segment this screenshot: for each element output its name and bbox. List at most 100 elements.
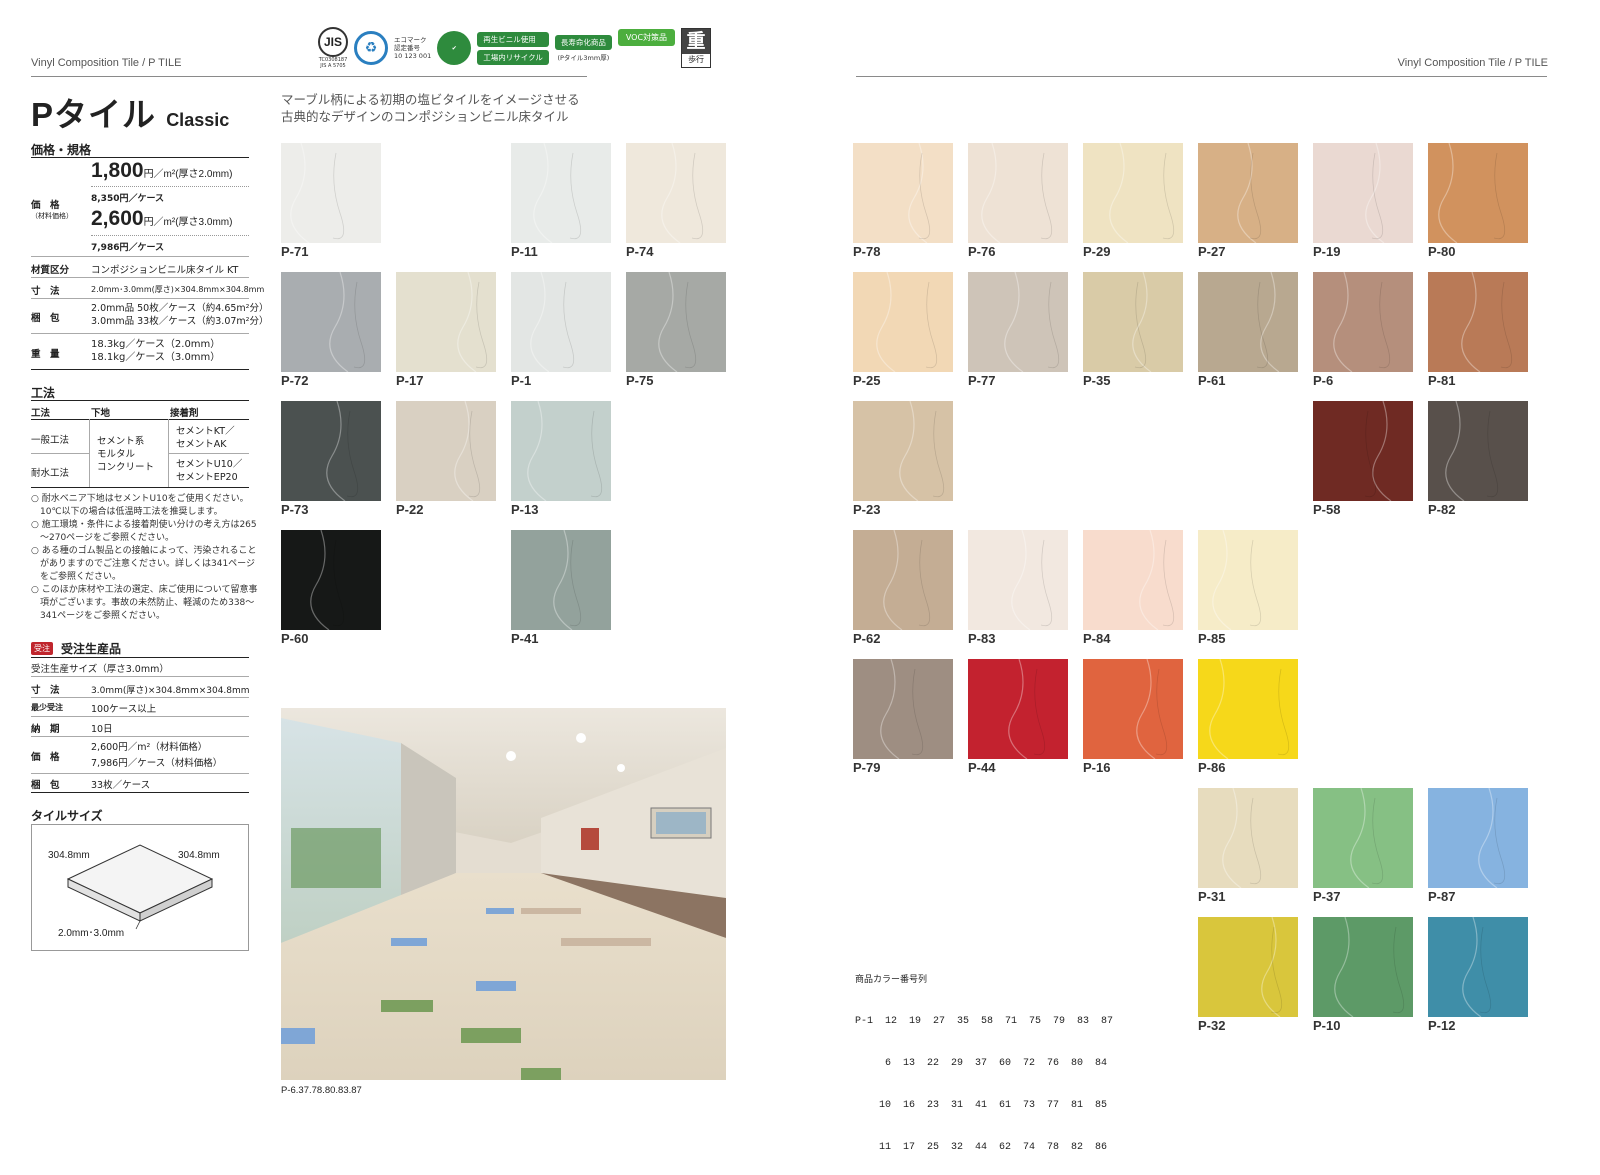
tile-code-label: P-22 [396, 502, 424, 517]
tile-code-label: P-41 [511, 631, 539, 646]
divider [31, 453, 89, 454]
divider [31, 277, 249, 278]
tile-swatch [1198, 529, 1298, 631]
divider [89, 419, 90, 487]
order-pack-value: 33枚／ケース [91, 780, 151, 791]
tile-code-label: P-25 [853, 373, 881, 388]
tile-code-label: P-81 [1428, 373, 1456, 388]
divider [91, 235, 249, 236]
heavy-walking-small: 歩行 [688, 55, 705, 64]
tile-swatch [626, 271, 726, 373]
marble-texture [1132, 271, 1152, 373]
tile-code-label: P-80 [1428, 244, 1456, 259]
order-heading-text: 受注生産品 [61, 642, 122, 656]
price-2mm: 1,800円／m²(厚さ2.0mm) [91, 159, 232, 183]
badge-long-life: 長寿命化商品 [554, 34, 612, 50]
tile-code-label: P-82 [1428, 502, 1456, 517]
divider [168, 453, 249, 454]
order-price-label: 価 格 [31, 752, 60, 763]
tile-swatch [1313, 787, 1413, 889]
order-min-value: 100ケース以上 [91, 704, 157, 715]
marble-texture [1008, 658, 1046, 760]
marble-texture [1334, 916, 1405, 1018]
tile-swatch [396, 271, 496, 373]
spec-weight-value: 18.3kg／ケース（2.0mm） 18.1kg／ケース（3.0mm） [91, 338, 220, 364]
order-pack-label: 梱 包 [31, 780, 60, 791]
marble-texture [908, 142, 931, 244]
marble-texture [1222, 787, 1262, 889]
tile-dim-thickness: 2.0mm･3.0mm [58, 928, 125, 939]
marble-texture [1136, 658, 1168, 760]
marble-texture [533, 142, 582, 244]
divider [31, 487, 249, 488]
tile-code-label: P-29 [1083, 244, 1111, 259]
marble-texture [899, 400, 945, 502]
marble-texture [1139, 529, 1175, 631]
color-index-row: 10 16 23 31 41 61 73 77 81 85 [855, 1100, 1108, 1111]
tile-code-label: P-17 [396, 373, 424, 388]
divider [31, 792, 249, 793]
tile-swatch [281, 529, 381, 631]
method-notes: ○ 耐水ベニア下地はセメントU10をご使用ください。 10℃以下の場合は低温時工… [31, 493, 257, 623]
ecomark-text: エコマーク 認定番号 10 123 001 [394, 36, 431, 60]
lead-line-2: 古典的なデザインのコンポジションビニル床タイル [281, 109, 569, 124]
title-sub: Classic [166, 110, 230, 130]
tile-swatch [853, 271, 953, 373]
color-index-heading: 商品カラー番号列 [855, 975, 928, 985]
tile-swatch [1083, 142, 1183, 244]
divider [31, 298, 249, 299]
tile-code-label: P-74 [626, 244, 654, 259]
tile-code-label: P-87 [1428, 889, 1456, 904]
ecomark-label: エコマーク [394, 36, 427, 44]
ecomark-sub: 認定番号 [394, 44, 420, 52]
method-heading: 工法 [31, 386, 56, 400]
tile-code-label: P-1 [511, 373, 532, 388]
price-label-sub: （材料価格） [31, 212, 73, 220]
tile-swatch [968, 529, 1068, 631]
tile-swatch [1198, 142, 1298, 244]
interior-photo [281, 708, 726, 1080]
header-left-text: Vinyl Composition Tile / P TILE [31, 57, 182, 69]
tile-code-label: P-71 [281, 244, 309, 259]
marble-texture [326, 400, 359, 502]
price-3mm: 2,600円／m²(厚さ3.0mm) [91, 207, 232, 231]
lead-text: マーブル柄による初期の塩ビタイルをイメージさせる 古典的なデザインのコンポジショ… [281, 91, 580, 125]
tile-swatch [1428, 142, 1528, 244]
color-index-row: 6 13 22 29 37 60 72 76 80 84 [855, 1058, 1108, 1069]
heavy-walking-big: 重 [682, 29, 711, 54]
divider [91, 186, 249, 187]
method-row-waterproof: 耐水工法 [31, 468, 70, 479]
spec-size-value: 2.0mm･3.0mm(厚さ)×304.8mm×304.8mm [91, 285, 265, 294]
tile-swatch [511, 142, 611, 244]
marble-texture [1109, 142, 1175, 244]
header-right-text: Vinyl Composition Tile / P TILE [1397, 57, 1548, 69]
method-note-1: ○ 耐水ベニア下地はセメントU10をご使用ください。 10℃以下の場合は低温時工… [31, 494, 249, 517]
tile-size-diagram: 304.8mm 304.8mm 2.0mm･3.0mm [31, 824, 249, 951]
order-price-line-2: 7,986円／ケース（材料価格） [91, 758, 223, 769]
divider [31, 657, 249, 658]
tile-swatch [1428, 787, 1528, 889]
spec-weight-line-1: 18.3kg／ケース（2.0mm） [91, 339, 221, 350]
tile-code-label: P-11 [511, 244, 538, 259]
marble-texture [454, 400, 481, 502]
marble-texture [1237, 142, 1262, 244]
tile-code-label: P-16 [1083, 760, 1111, 775]
tile-code-label: P-77 [968, 373, 996, 388]
tile-swatch [511, 529, 611, 631]
jis-standard: JIS A 5705 [320, 63, 346, 69]
tile-dim-left: 304.8mm [48, 850, 90, 861]
tile-code-label: P-60 [281, 631, 309, 646]
tile-swatch [1313, 271, 1413, 373]
spec-pack-line-1: 2.0mm品 50枚／ケース（約4.65m²分） [91, 303, 269, 314]
order-price-line-1: 2,600円／m²（材料価格） [91, 742, 208, 753]
method-col-adhesive: 接着剤 [170, 408, 199, 419]
method-note-3: ○ ある種のゴム製品との接触によって、汚染されること がありますのでご注意くださ… [31, 546, 257, 582]
method-col-method: 工法 [31, 408, 51, 419]
marble-texture [290, 142, 345, 244]
order-min-label: 最少受注 [31, 703, 63, 712]
price-2mm-unit: 円／m²(厚さ2.0mm) [143, 169, 233, 180]
tile-dim-right: 304.8mm [178, 850, 220, 861]
marble-texture [1261, 916, 1283, 1018]
marble-texture [1478, 787, 1506, 889]
marble-texture [1461, 271, 1513, 373]
